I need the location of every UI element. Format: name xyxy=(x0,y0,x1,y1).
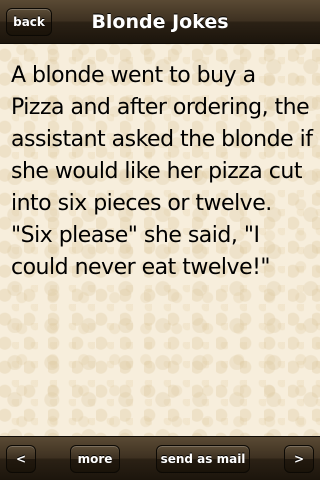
bottom-toolbar: < more send as mail > xyxy=(0,436,320,480)
joke-text: A blonde went to buy a Pizza and after o… xyxy=(11,63,313,280)
navigation-bar: Blonde Jokes back xyxy=(0,0,320,44)
next-joke-button[interactable]: > xyxy=(284,445,314,473)
previous-joke-button[interactable]: < xyxy=(6,445,36,473)
send-as-mail-button[interactable]: send as mail xyxy=(156,445,250,473)
more-button[interactable]: more xyxy=(70,445,120,473)
back-button[interactable]: back xyxy=(6,8,52,36)
